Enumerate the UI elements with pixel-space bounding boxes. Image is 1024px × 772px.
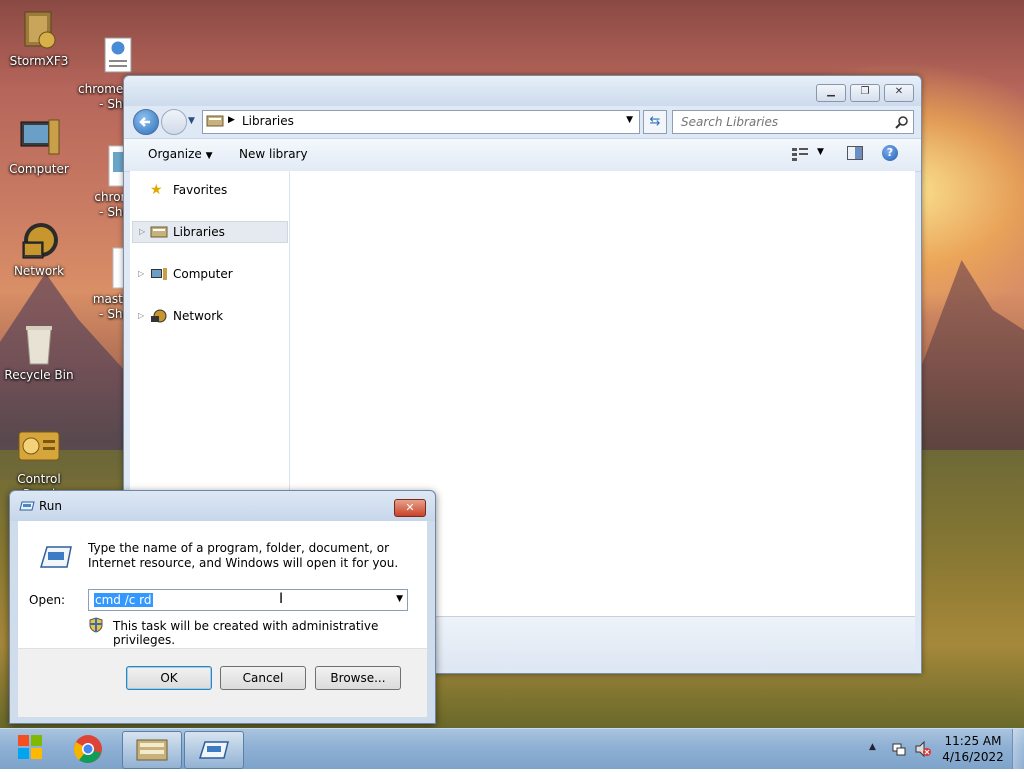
minimize-icon: ▁	[827, 86, 835, 97]
run-button-bar: OK Cancel Browse...	[18, 648, 427, 717]
address-bar[interactable]: ▶ Libraries ▼	[202, 110, 640, 134]
open-combobox[interactable]: cmd /c rd I ▼	[88, 589, 408, 611]
start-button[interactable]	[4, 727, 56, 769]
taskbar-explorer-button[interactable]	[122, 731, 182, 769]
chevron-down-icon[interactable]: ▼	[626, 115, 633, 125]
view-options-icon	[792, 148, 808, 161]
clock[interactable]: 11:25 AM 4/16/2022	[940, 733, 1006, 765]
nav-item-computer[interactable]: ▷ Computer	[132, 264, 286, 284]
clock-time: 11:25 AM	[944, 734, 1002, 748]
search-icon	[895, 116, 908, 129]
minimize-button[interactable]: ▁	[816, 84, 846, 102]
windows-logo-icon	[18, 735, 42, 759]
close-button[interactable]: ✕	[884, 84, 914, 102]
close-button[interactable]: ✕	[394, 499, 426, 517]
command-bar: Organize ▼ New library ▼ ?	[124, 138, 921, 172]
chevron-down-icon[interactable]: ▼	[396, 594, 403, 604]
refresh-button[interactable]: ⇆	[643, 110, 667, 134]
close-icon: ✕	[405, 501, 415, 514]
show-desktop-button[interactable]	[1012, 729, 1024, 769]
preview-pane-icon	[855, 147, 862, 159]
forward-button[interactable]	[161, 109, 187, 135]
chevron-down-icon: ▼	[205, 151, 213, 161]
libraries-icon	[136, 739, 168, 761]
libraries-icon	[150, 226, 168, 238]
admin-notice: This task will be created with administr…	[113, 619, 379, 647]
network-icon	[17, 218, 61, 262]
nav-item-libraries[interactable]: ▷ Libraries	[132, 221, 288, 243]
chrome-icon	[73, 735, 102, 763]
search-input[interactable]	[679, 113, 888, 131]
libraries-icon	[206, 115, 224, 127]
computer-icon	[17, 116, 61, 160]
recent-pages-dropdown[interactable]: ▼	[188, 116, 195, 126]
taskbar: ▲ 11:25 AM 4/16/2022	[0, 728, 1024, 769]
nav-item-favorites[interactable]: ★ Favorites	[132, 180, 286, 200]
search-box[interactable]	[672, 110, 914, 134]
open-input[interactable]: cmd /c rd	[94, 593, 153, 607]
text-cursor-icon: I	[279, 591, 284, 607]
recycle-bin-icon	[17, 322, 61, 366]
browse-button[interactable]: Browse...	[315, 666, 401, 690]
run-titlebar[interactable]: Run ✕	[10, 491, 435, 521]
preview-pane-button[interactable]	[847, 146, 863, 160]
run-title: Run	[39, 499, 63, 513]
run-icon	[199, 741, 229, 759]
chevron-down-icon: ▼	[188, 116, 195, 126]
ok-button[interactable]: OK	[126, 666, 212, 690]
desktop-icon-network[interactable]: Network	[0, 218, 78, 279]
star-icon: ★	[150, 182, 163, 198]
desktop-icon-computer[interactable]: Computer	[0, 116, 78, 177]
help-icon: ?	[886, 146, 894, 159]
expand-arrow-icon[interactable]: ▷	[139, 222, 145, 242]
restore-button[interactable]: ❐	[850, 84, 880, 102]
volume-muted-icon[interactable]	[914, 741, 932, 757]
run-description: Type the name of a program, folder, docu…	[88, 541, 399, 570]
explorer-titlebar[interactable]: ▁ ❐ ✕	[124, 76, 921, 106]
control-panel-icon	[17, 426, 61, 470]
cancel-button[interactable]: Cancel	[220, 666, 306, 690]
breadcrumb[interactable]: Libraries	[242, 114, 294, 128]
expand-arrow-icon[interactable]: ▷	[138, 306, 144, 326]
network-tray-icon[interactable]	[891, 741, 907, 757]
help-button[interactable]: ?	[882, 145, 898, 161]
taskbar-chrome-button[interactable]	[60, 731, 118, 767]
computer-icon	[151, 268, 167, 280]
nav-item-network[interactable]: ▷ Network	[132, 306, 286, 326]
expand-arrow-icon[interactable]: ▷	[138, 264, 144, 284]
show-hidden-icons-button[interactable]: ▲	[869, 742, 876, 752]
back-button[interactable]	[133, 109, 159, 135]
app-icon	[17, 8, 61, 52]
run-program-icon	[40, 546, 72, 568]
new-library-button[interactable]: New library	[239, 147, 308, 161]
close-icon: ✕	[894, 86, 904, 97]
desktop-icon-stormxf3[interactable]: StormXF3	[0, 8, 78, 69]
network-icon	[151, 309, 167, 323]
taskbar-run-button[interactable]	[184, 731, 244, 769]
refresh-icon: ⇆	[649, 114, 661, 129]
arrow-left-icon	[139, 117, 150, 127]
restore-icon: ❐	[860, 86, 870, 97]
desktop-icon-recycle-bin[interactable]: Recycle Bin	[0, 322, 78, 383]
organize-menu[interactable]: Organize ▼	[148, 147, 213, 161]
breadcrumb-separator-icon: ▶	[228, 115, 235, 125]
explorer-navigation-bar: ▼ ▶ Libraries ▼ ⇆	[124, 106, 921, 138]
wallpaper-mountain	[920, 260, 1024, 450]
shortcut-icon	[95, 22, 139, 73]
open-label: Open:	[29, 593, 66, 607]
run-dialog: Run ✕ Type the name of a program, folder…	[9, 490, 436, 724]
clock-date: 4/16/2022	[942, 750, 1004, 764]
organize-label: Organize	[148, 147, 202, 161]
change-view-button[interactable]	[791, 147, 809, 164]
chevron-down-icon: ▼	[817, 147, 824, 157]
run-icon	[19, 501, 35, 511]
chevron-up-icon: ▲	[869, 742, 876, 752]
uac-shield-icon	[89, 617, 103, 633]
view-dropdown[interactable]: ▼	[817, 147, 824, 157]
